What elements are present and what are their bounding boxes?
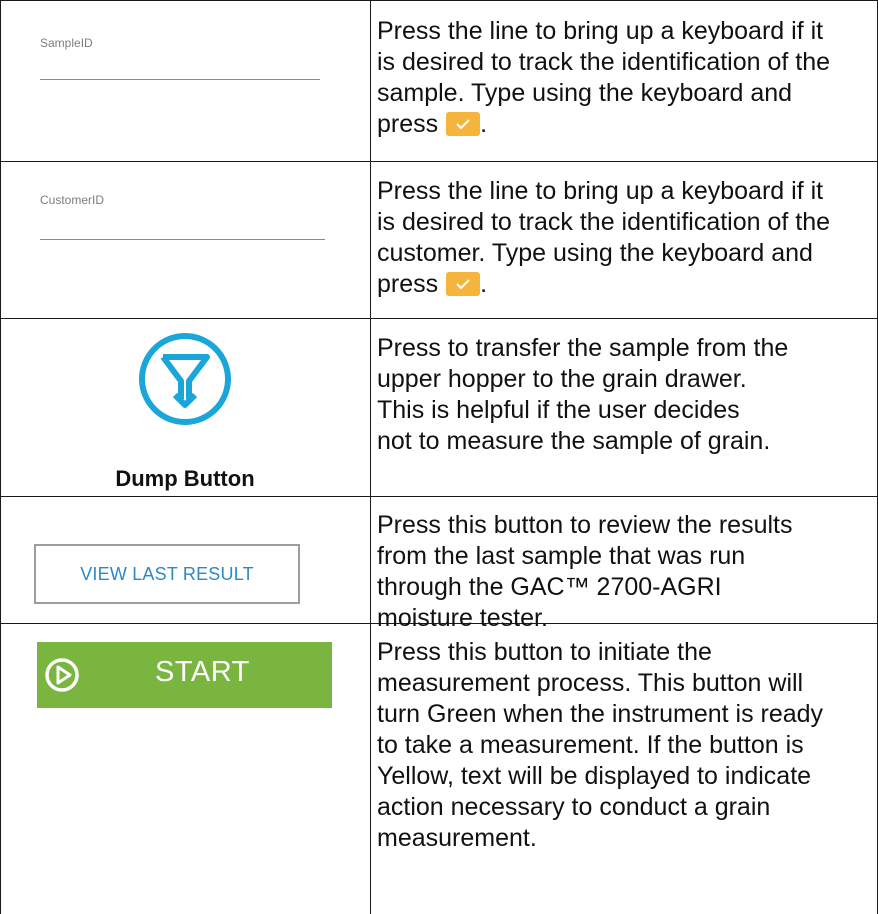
- row-divider: [0, 496, 878, 497]
- description-text: Press the line to bring up a keyboard if…: [377, 177, 831, 298]
- play-circle-icon: [44, 657, 80, 693]
- sample-id-input-line[interactable]: [40, 79, 320, 80]
- table-border-top: [0, 0, 878, 1]
- sample-id-label: SampleID: [40, 36, 93, 50]
- sample-id-description: Press the line to bring up a keyboard if…: [377, 16, 867, 140]
- view-last-result-description: Press this button to review the results …: [377, 511, 793, 632]
- start-button-label: START: [155, 656, 250, 688]
- description-suffix: .: [480, 110, 488, 138]
- start-button[interactable]: START: [37, 642, 332, 708]
- row-divider: [0, 318, 878, 319]
- customer-id-label: CustomerID: [40, 193, 105, 207]
- dump-description: Press to transfer the sample from the up…: [377, 334, 789, 455]
- confirm-check-icon: [446, 272, 481, 296]
- dump-funnel-icon[interactable]: [135, 329, 235, 429]
- customer-id-description: Press the line to bring up a keyboard if…: [377, 176, 867, 300]
- description-text: Press the line to bring up a keyboard if…: [377, 17, 831, 138]
- column-divider: [370, 0, 371, 914]
- start-description: Press this button to initiate the measur…: [377, 638, 824, 852]
- confirm-check-icon: [446, 112, 481, 136]
- customer-id-input-line[interactable]: [40, 239, 325, 240]
- view-last-result-button[interactable]: VIEW LAST RESULT: [34, 544, 300, 604]
- dump-button-caption: Dump Button: [115, 466, 255, 491]
- row-divider: [0, 161, 878, 162]
- table-border-left: [0, 0, 1, 914]
- description-suffix: .: [480, 270, 488, 298]
